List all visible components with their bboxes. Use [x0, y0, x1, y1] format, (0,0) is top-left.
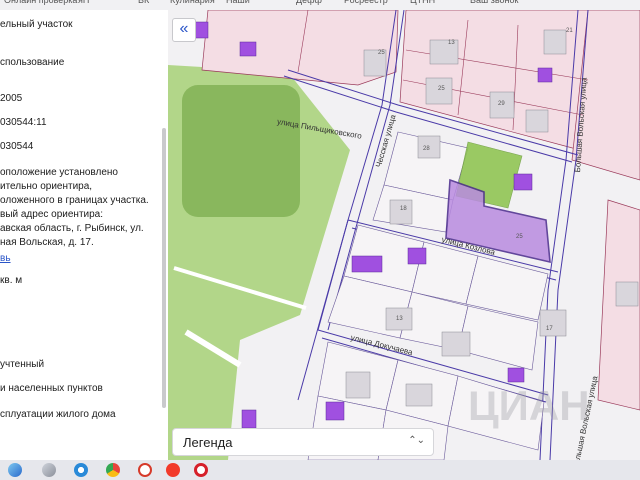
panel-line-status: учтенный: [0, 359, 45, 370]
panel-line-address-1: оположение установлено: [0, 167, 118, 178]
collapse-panel-button[interactable]: «: [172, 18, 196, 42]
panel-line-address-4: вый адрес ориентира:: [0, 209, 104, 220]
bookmark-item[interactable]: Росреестр: [344, 0, 388, 5]
panel-line-quarter: 030544: [0, 141, 34, 152]
watermark-text: ЦИАН: [468, 382, 590, 429]
bookmark-item[interactable]: Наши: [226, 0, 250, 5]
yandex-browser-icon[interactable]: [138, 463, 152, 477]
legend-dropdown[interactable]: Легенда ⌃⌄: [172, 428, 434, 456]
panel-line-year: 2005: [0, 93, 23, 104]
svg-text:25: 25: [378, 50, 385, 56]
panel-line-address-2: ительно ориентира,: [0, 181, 93, 192]
bookmark-item[interactable]: ВК: [138, 0, 149, 5]
svg-text:21: 21: [566, 28, 573, 34]
panel-line-category: и населенных пунктов: [0, 383, 103, 394]
panel-line-address-5: авская область, г. Рыбинск, ул.: [0, 223, 144, 234]
panel-line-type: ельный участок: [0, 19, 73, 30]
finder-icon[interactable]: [8, 463, 22, 477]
bookmark-item[interactable]: Ваш звонок: [470, 0, 518, 5]
svg-text:13: 13: [396, 316, 403, 322]
bookmark-item[interactable]: яП: [78, 0, 89, 5]
svg-text:25: 25: [438, 86, 445, 92]
bookmark-item[interactable]: Кулинария: [170, 0, 215, 5]
chevron-updown-icon: ⌃⌄: [408, 435, 425, 446]
panel-show-link[interactable]: вь: [0, 252, 11, 266]
svg-text:18: 18: [400, 206, 407, 212]
opera-icon[interactable]: [194, 463, 208, 477]
svg-text:25: 25: [516, 234, 523, 240]
panel-line-area-unit: кв. м: [0, 275, 23, 286]
sports-field: [182, 85, 300, 217]
chrome-icon[interactable]: [106, 463, 120, 477]
bookmark-item[interactable]: Дефф: [296, 0, 322, 5]
panel-line-address-3: оложенного в границах участка.: [0, 195, 149, 206]
svg-text:29: 29: [498, 101, 505, 107]
taskbar: [0, 460, 640, 480]
panel-line-use: спользование: [0, 57, 65, 68]
bookmark-item[interactable]: ЦТНН: [410, 0, 435, 5]
panel-line-purpose: сплуатации жилого дома: [0, 409, 116, 420]
map-canvas[interactable]: 25 13 25 28 29 21 18 25 13 17 ЦИАН: [168, 10, 640, 460]
info-panel: ельный участок спользование 2005 030544:…: [0, 10, 168, 460]
bookmarks-bar: Онлайн проверка яП ВК Кулинария Наши Дефф Роср…: [0, 0, 640, 10]
launchpad-icon[interactable]: [42, 463, 56, 477]
svg-text:17: 17: [546, 326, 553, 332]
panel-line-address-6: ная Вольская, д. 17.: [0, 237, 94, 248]
yandex-icon[interactable]: [166, 463, 180, 477]
cadastral-map[interactable]: 25 13 25 28 29 21 18 25 13 17 ЦИАН: [168, 10, 640, 460]
panel-line-cadastral: 030544:11: [0, 117, 47, 128]
svg-text:13: 13: [448, 40, 455, 46]
bookmark-item[interactable]: Онлайн проверка: [4, 0, 77, 5]
panel-scrollbar[interactable]: [162, 128, 166, 408]
legend-label: Легенда: [183, 435, 233, 450]
safari-icon[interactable]: [74, 463, 88, 477]
svg-text:28: 28: [423, 146, 430, 152]
